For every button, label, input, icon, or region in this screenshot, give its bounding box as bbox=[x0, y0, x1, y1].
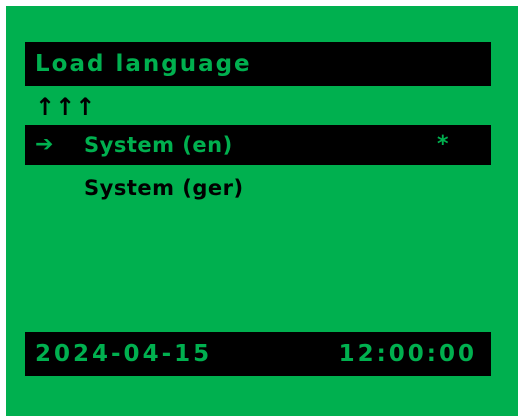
status-date: 2024-04-15 bbox=[35, 341, 213, 367]
menu-item-system-en[interactable]: ➔ System (en) * bbox=[25, 125, 491, 165]
arrow-right-icon: ➔ bbox=[35, 132, 54, 157]
menu-item-label: System (en) bbox=[84, 133, 233, 157]
page-title: Load language bbox=[35, 51, 252, 77]
menu-item-system-ger[interactable]: System (ger) bbox=[25, 168, 491, 208]
active-marker: * bbox=[437, 132, 449, 157]
title-bar: Load language bbox=[25, 42, 491, 86]
status-bar: 2024-04-15 12:00:00 bbox=[25, 332, 491, 376]
status-time: 12:00:00 bbox=[338, 341, 477, 367]
menu-item-label: System (ger) bbox=[84, 176, 244, 200]
up-arrows-icon[interactable]: ↑↑↑ bbox=[35, 90, 95, 124]
